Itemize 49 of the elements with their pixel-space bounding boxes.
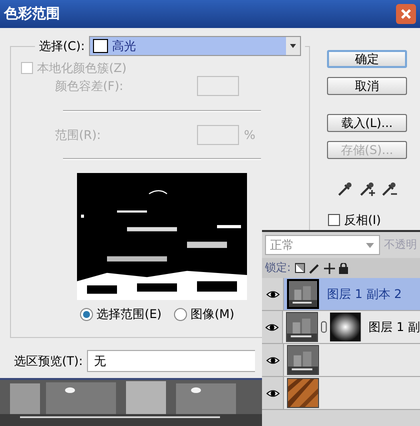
eyedropper-icon[interactable] <box>381 181 397 197</box>
selection-preview-dropdown[interactable]: 无 <box>86 350 255 372</box>
radio-label: 图像(M) <box>190 307 234 321</box>
fuzziness-field[interactable] <box>197 76 239 96</box>
range-field[interactable] <box>197 125 239 145</box>
photo-thumbnail <box>287 279 319 309</box>
radio-label: 选择范围(E) <box>96 307 162 321</box>
eye-icon[interactable] <box>265 322 280 332</box>
color-swatch-icon <box>92 39 108 53</box>
layer-row[interactable] <box>262 344 420 377</box>
percent-label: % <box>244 128 256 142</box>
dialog-button[interactable]: 确定 <box>327 50 407 68</box>
chain-icon <box>321 321 327 333</box>
dialog-button[interactable]: 取消 <box>327 77 407 95</box>
eyedropper-icon[interactable] <box>359 181 375 197</box>
select-dropdown[interactable]: 高光 <box>88 36 301 56</box>
select-label: 选择(C): <box>38 39 85 53</box>
photo-thumbnail <box>286 312 318 342</box>
close-icon[interactable] <box>396 4 416 24</box>
photo-thumbnail <box>287 345 319 375</box>
lock-transparency-icon[interactable] <box>294 263 305 273</box>
checkbox-label: 反相(I) <box>344 213 381 227</box>
layer-row[interactable] <box>262 377 420 410</box>
layer-name: 图层 1 副本 2 <box>327 286 402 303</box>
fuzziness-label: 颜色容差(F): <box>55 79 124 93</box>
eye-icon[interactable] <box>266 356 280 364</box>
lock-icon[interactable] <box>338 262 348 274</box>
checkbox-label: 本地化颜色簇(Z) <box>37 61 127 75</box>
radio-button[interactable] <box>80 308 93 320</box>
radio-button[interactable] <box>174 308 187 320</box>
texture-thumbnail <box>287 378 319 408</box>
select-value: 高光 <box>112 39 137 53</box>
eyedropper-icon[interactable] <box>337 181 353 197</box>
caret-icon <box>365 241 375 249</box>
window-title: 色彩范围 <box>4 4 60 24</box>
eye-icon[interactable] <box>266 388 280 398</box>
dialog-button[interactable]: 载入(L)... <box>327 114 407 132</box>
brush-icon[interactable] <box>308 262 320 274</box>
eye-icon[interactable] <box>266 290 280 298</box>
move-icon[interactable] <box>324 262 335 274</box>
opacity-label: 不透明 <box>384 236 417 253</box>
layer-row[interactable]: 图层 1 副本 2 <box>262 278 420 311</box>
blend-mode-dropdown[interactable]: 正常 <box>265 235 380 255</box>
layer-row[interactable]: 图层 1 副 <box>262 311 420 344</box>
selection-preview-label: 选区预览(T): <box>14 354 83 368</box>
range-label: 范围(R): <box>55 128 102 142</box>
layer-name: 图层 1 副 <box>368 319 420 336</box>
checkbox[interactable] <box>328 214 340 226</box>
lock-label: 锁定: <box>265 260 291 276</box>
